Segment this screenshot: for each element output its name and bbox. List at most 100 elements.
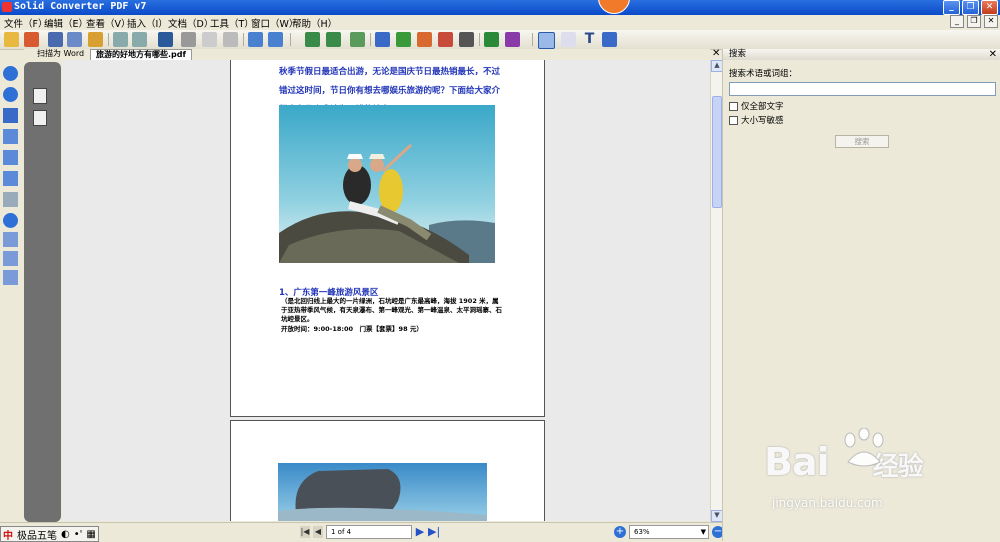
- zoom-out-icon[interactable]: [3, 87, 18, 102]
- fit-page-icon[interactable]: [3, 171, 18, 186]
- magnifier-icon[interactable]: [3, 192, 18, 207]
- cut-icon[interactable]: [181, 32, 196, 47]
- checkbox-box[interactable]: [729, 115, 738, 125]
- vertical-scrollbar[interactable]: ▲ ▼: [710, 60, 723, 522]
- rotate-icon[interactable]: [3, 213, 18, 228]
- menu-view[interactable]: 查看（V）: [86, 16, 131, 30]
- paw-logo-icon: [844, 428, 884, 467]
- search-input[interactable]: [729, 82, 996, 96]
- zoom-control: + 63% ▼ −: [614, 525, 724, 539]
- fit-width-icon[interactable]: [3, 129, 18, 144]
- redo-icon[interactable]: [132, 32, 147, 47]
- search-label: 搜索术语或词组：: [729, 69, 798, 79]
- single-page-icon[interactable]: [248, 32, 263, 47]
- ime-toolbar[interactable]: 中 极品五笔 ◐ •' ▦: [0, 526, 99, 542]
- close-button[interactable]: ✕: [981, 0, 998, 15]
- last-page-icon[interactable]: ▶|: [428, 526, 440, 538]
- next-page-icon[interactable]: ▶: [415, 526, 425, 538]
- text-tool-icon[interactable]: T: [582, 32, 597, 47]
- tab-scan-to-word[interactable]: 扫描为 Word: [32, 49, 89, 59]
- pointer-icon[interactable]: [561, 32, 576, 47]
- mdi-minimize-button[interactable]: _: [950, 15, 964, 28]
- case-sensitive-checkbox[interactable]: 大小写敏感: [729, 114, 784, 126]
- pages-icon[interactable]: [33, 88, 47, 104]
- fit-height-icon[interactable]: [3, 150, 18, 165]
- floating-logo-icon[interactable]: [598, 0, 630, 14]
- whole-words-checkbox[interactable]: 仅全部文字: [729, 100, 784, 112]
- section-description: （是北回归线上最大的一片绿洲，石坑崆是广东最高峰，海拔 1902 米，属于亚热带…: [281, 297, 502, 323]
- export-excel-icon[interactable]: [396, 32, 411, 47]
- capture-icon[interactable]: [158, 32, 173, 47]
- convert-icon[interactable]: [24, 32, 39, 47]
- page-extract-icon[interactable]: [326, 32, 341, 47]
- email-icon[interactable]: [88, 32, 103, 47]
- create-pdf-icon[interactable]: [484, 32, 499, 47]
- stone-monument-photo: [278, 463, 487, 521]
- hikers-photo: [279, 105, 495, 263]
- markup-icon[interactable]: [602, 32, 617, 47]
- undo-icon[interactable]: [113, 32, 128, 47]
- save-icon[interactable]: [48, 32, 63, 47]
- ime-logo-icon: 中: [3, 530, 13, 542]
- page-indicator[interactable]: 1 of 4: [326, 525, 412, 539]
- menu-bar: 文件（F） 编辑（E） 查看（V） 插入（I） 文档（D） 工具（T） 窗口（W…: [0, 15, 1000, 30]
- prev-page-icon[interactable]: ◀: [313, 526, 323, 538]
- watermark-brand: Bai: [764, 440, 830, 484]
- case-sensitive-label: 大小写敏感: [741, 116, 784, 126]
- export-html-icon[interactable]: [438, 32, 453, 47]
- document-view[interactable]: 秋季节假日最适合出游，无论是国庆节日最热销最长，不过错过这时间，节日你有想去哪娱…: [62, 60, 710, 521]
- bookmarks-icon[interactable]: [33, 110, 47, 126]
- checkbox-box[interactable]: [729, 101, 738, 111]
- left-toolbar: [0, 60, 22, 522]
- zoom-value: 63%: [634, 528, 650, 536]
- search-panel-header: 搜索 ✕: [723, 49, 1000, 60]
- window-title: Solid Converter PDF v7: [14, 1, 147, 12]
- close-panel-icon[interactable]: ✕: [989, 49, 997, 60]
- page-insert-icon[interactable]: [305, 32, 320, 47]
- page-view-icon[interactable]: [3, 232, 18, 247]
- first-page-icon[interactable]: |◀: [300, 526, 310, 538]
- print-icon[interactable]: [67, 32, 82, 47]
- zoom-in-icon[interactable]: [3, 66, 18, 81]
- continuous-view-icon[interactable]: [3, 251, 18, 266]
- copy-icon[interactable]: [202, 32, 217, 47]
- search-button[interactable]: 搜索: [835, 135, 889, 148]
- punctuation-icon[interactable]: •': [72, 529, 85, 540]
- mdi-restore-button[interactable]: ❐: [967, 15, 981, 28]
- actual-size-icon[interactable]: [3, 108, 18, 123]
- whole-words-label: 仅全部文字: [741, 102, 784, 112]
- combine-pdf-icon[interactable]: [505, 32, 520, 47]
- export-ppt-icon[interactable]: [417, 32, 432, 47]
- menu-insert[interactable]: 插入（I）: [127, 16, 168, 30]
- menu-file[interactable]: 文件（F）: [4, 16, 47, 30]
- menu-help[interactable]: 帮助（H）: [292, 16, 337, 30]
- keyboard-icon[interactable]: ▦: [84, 529, 97, 540]
- baidu-watermark: Bai 经验 jingyan.baidu.com: [764, 428, 924, 510]
- export-word-icon[interactable]: [375, 32, 390, 47]
- paste-icon[interactable]: [223, 32, 238, 47]
- maximize-button[interactable]: ❐: [962, 0, 979, 15]
- main-toolbar: T: [0, 30, 1000, 50]
- moon-icon[interactable]: ◐: [59, 529, 72, 540]
- mdi-close-button[interactable]: ✕: [984, 15, 998, 28]
- thumbnail-panel: [24, 62, 61, 522]
- checkmark-icon[interactable]: [350, 32, 365, 47]
- menu-edit[interactable]: 编辑（E）: [44, 16, 88, 30]
- select-tool-icon[interactable]: [538, 32, 555, 49]
- pdf-page-1: 秋季节假日最适合出游，无论是国庆节日最热销最长，不过错过这时间，节日你有想去哪娱…: [230, 60, 545, 417]
- facing-view-icon[interactable]: [3, 270, 18, 285]
- close-tab-icon[interactable]: ✕: [712, 49, 720, 59]
- page-navigator: |◀ ◀ 1 of 4 ▶ ▶|: [300, 525, 440, 539]
- open-folder-icon[interactable]: [4, 32, 19, 47]
- minimize-button[interactable]: _: [943, 0, 960, 15]
- zoom-select[interactable]: 63% ▼: [629, 525, 709, 539]
- export-text-icon[interactable]: [459, 32, 474, 47]
- menu-tools[interactable]: 工具（T）: [210, 16, 254, 30]
- menu-document[interactable]: 文档（D）: [168, 16, 213, 30]
- tab-pdf-document[interactable]: 旅游的好地方有哪些.pdf: [90, 49, 192, 60]
- status-bar: |◀ ◀ 1 of 4 ▶ ▶| + 63% ▼ −: [0, 522, 724, 542]
- scroll-thumb[interactable]: [712, 96, 722, 208]
- chevron-down-icon: ▼: [700, 528, 706, 536]
- zoom-in-status-icon[interactable]: +: [614, 526, 626, 538]
- two-page-icon[interactable]: [268, 32, 283, 47]
